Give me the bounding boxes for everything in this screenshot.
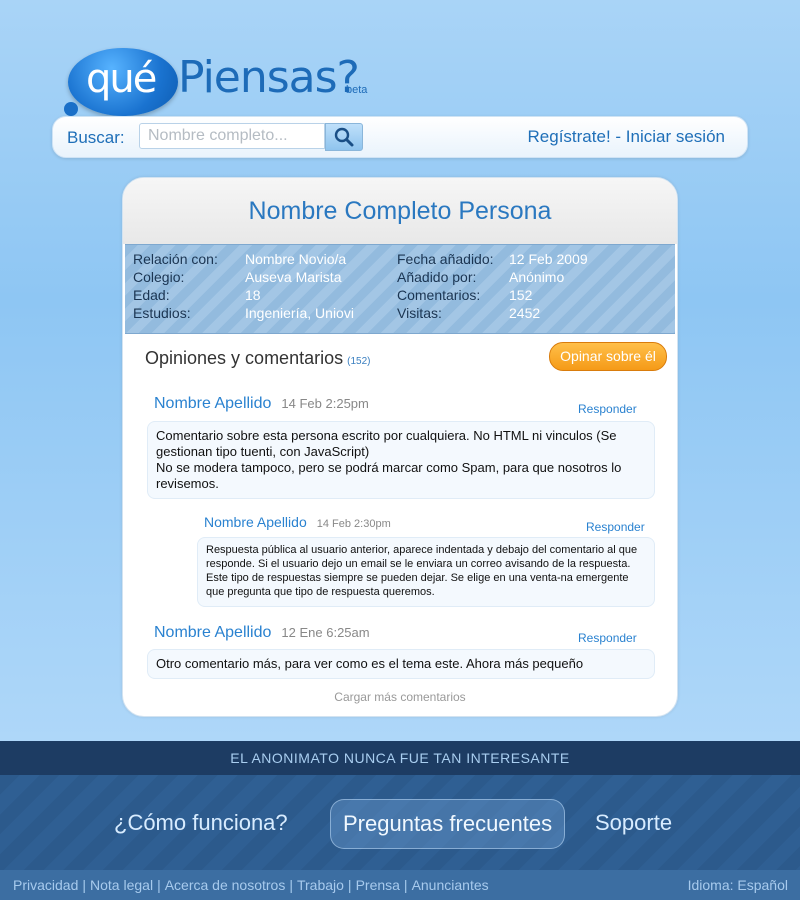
footer-links: Privacidad | Nota legal | Acerca de nosotros… bbox=[13, 870, 489, 900]
profile-name: Nombre Completo Persona bbox=[123, 178, 677, 244]
footer-link-trabajo[interactable]: Trabajo bbox=[297, 877, 344, 893]
comments-count: (152) bbox=[347, 356, 371, 367]
info-label: Comentarios: bbox=[397, 287, 481, 303]
info-row: Relación con: Nombre Novio/a bbox=[133, 251, 393, 269]
login-link[interactable]: Iniciar sesión bbox=[626, 127, 725, 146]
auth-separator: - bbox=[610, 127, 626, 146]
comment-author-name[interactable]: Nombre Apellido bbox=[154, 395, 271, 412]
nav-preguntas-frecuentes[interactable]: Preguntas frecuentes bbox=[330, 799, 566, 849]
register-link[interactable]: Regístrate! bbox=[528, 127, 611, 146]
comments-heading: Opiniones y comentarios (152) bbox=[145, 348, 370, 369]
comment-date: 14 Feb 2:25pm bbox=[281, 396, 369, 411]
info-row: Visitas: 2452 bbox=[397, 305, 657, 323]
info-value: 18 bbox=[245, 287, 261, 303]
footer-link-prensa[interactable]: Prensa bbox=[356, 877, 400, 893]
info-value: Anónimo bbox=[509, 269, 565, 285]
info-row: Añadido por: Anónimo bbox=[397, 269, 657, 287]
info-value: 152 bbox=[509, 287, 533, 303]
comment-body: Comentario sobre esta persona escrito po… bbox=[147, 421, 655, 499]
footer-link-nota-legal[interactable]: Nota legal bbox=[90, 877, 153, 893]
search-button[interactable] bbox=[325, 123, 363, 151]
info-label: Fecha añadido: bbox=[397, 251, 494, 267]
comment-author-name[interactable]: Nombre Apellido bbox=[204, 514, 307, 530]
comment-text: No se modera tampoco, pero se podrá marc… bbox=[156, 460, 622, 491]
profile-info-right: Fecha añadido: 12 Feb 2009 Añadido por: An… bbox=[397, 251, 657, 323]
footer-link-acerca[interactable]: Acerca de nosotros bbox=[165, 877, 286, 893]
magnifier-icon bbox=[334, 127, 354, 147]
reply-link[interactable]: Responder bbox=[578, 402, 637, 416]
info-value: 12 Feb 2009 bbox=[509, 251, 588, 267]
logo-piensas: Piensas? bbox=[178, 52, 360, 103]
auth-links: Regístrate! - Iniciar sesión bbox=[528, 127, 725, 147]
info-value: 2452 bbox=[509, 305, 541, 321]
profile-info-panel: Relación con: Nombre Novio/a Colegio: Ause… bbox=[125, 244, 675, 334]
logo-beta: beta bbox=[346, 84, 368, 96]
footer-bottom-bar: Privacidad | Nota legal | Acerca de nosotros… bbox=[0, 870, 800, 900]
info-value: Nombre Novio/a bbox=[245, 251, 347, 267]
footer-slogan: EL ANONIMATO NUNCA FUE TAN INTERESANTE bbox=[0, 741, 800, 775]
search-input[interactable] bbox=[139, 123, 325, 149]
footer-nav: ¿Cómo funciona? Preguntas frecuentes Sop… bbox=[0, 775, 800, 870]
comment-text: Comentario sobre esta persona escrito po… bbox=[156, 428, 617, 459]
nav-soporte[interactable]: Soporte bbox=[595, 799, 672, 847]
profile-info-left: Relación con: Nombre Novio/a Colegio: Ause… bbox=[133, 251, 393, 323]
info-row: Edad: 18 bbox=[133, 287, 393, 305]
load-more-link[interactable]: Cargar más comentarios bbox=[123, 690, 677, 704]
info-row: Fecha añadido: 12 Feb 2009 bbox=[397, 251, 657, 269]
logo-bubble-tail bbox=[64, 102, 78, 116]
search-label: Buscar: bbox=[67, 128, 125, 147]
reply-author: Nombre Apellido 14 Feb 2:30pm bbox=[204, 514, 391, 530]
info-row: Colegio: Auseva Marista bbox=[133, 269, 393, 287]
info-value: Auseva Marista bbox=[245, 269, 342, 285]
link-separator: | bbox=[82, 877, 87, 893]
info-label: Edad: bbox=[133, 287, 170, 303]
link-separator: | bbox=[347, 877, 352, 893]
link-separator: | bbox=[403, 877, 408, 893]
info-row: Comentarios: 152 bbox=[397, 287, 657, 305]
comment-date: 14 Feb 2:30pm bbox=[316, 518, 391, 530]
info-label: Visitas: bbox=[397, 305, 442, 321]
comments-title: Opiniones y comentarios bbox=[145, 348, 344, 368]
info-value: Ingeniería, Uniovi bbox=[245, 305, 354, 321]
comment-text: Otro comentario más, para ver como es el… bbox=[156, 656, 584, 671]
logo-que: qué bbox=[86, 56, 157, 102]
nav-como-funciona[interactable]: ¿Cómo funciona? bbox=[114, 799, 288, 847]
comment-author: Nombre Apellido 14 Feb 2:25pm bbox=[154, 395, 369, 413]
comment-body: Otro comentario más, para ver como es el… bbox=[147, 649, 655, 679]
comment-author-name[interactable]: Nombre Apellido bbox=[154, 624, 271, 641]
info-label: Colegio: bbox=[133, 269, 185, 285]
comment-author: Nombre Apellido 12 Ene 6:25am bbox=[154, 624, 370, 642]
info-label: Añadido por: bbox=[397, 269, 477, 285]
profile-card: Nombre Completo Persona Relación con: Nom… bbox=[122, 177, 678, 717]
search-bar: Buscar: Regístrate! - Iniciar sesión bbox=[52, 116, 748, 158]
language-selector[interactable]: Idioma: Español bbox=[688, 870, 788, 900]
reply-link[interactable]: Responder bbox=[578, 631, 637, 645]
info-row: Estudios: Ingeniería, Uniovi bbox=[133, 305, 393, 323]
opinar-button[interactable]: Opinar sobre él bbox=[549, 342, 667, 371]
reply-link[interactable]: Responder bbox=[586, 520, 645, 534]
link-separator: | bbox=[289, 877, 293, 893]
info-label: Estudios: bbox=[133, 305, 191, 321]
footer-link-anunciantes[interactable]: Anunciantes bbox=[412, 877, 489, 893]
footer-link-privacidad[interactable]: Privacidad bbox=[13, 877, 78, 893]
link-separator: | bbox=[157, 877, 161, 893]
info-label: Relación con: bbox=[133, 251, 218, 267]
comment-text: Respuesta pública al usuario anterior, a… bbox=[206, 544, 638, 598]
comment-date: 12 Ene 6:25am bbox=[281, 625, 370, 640]
reply-body: Respuesta pública al usuario anterior, a… bbox=[197, 537, 655, 607]
